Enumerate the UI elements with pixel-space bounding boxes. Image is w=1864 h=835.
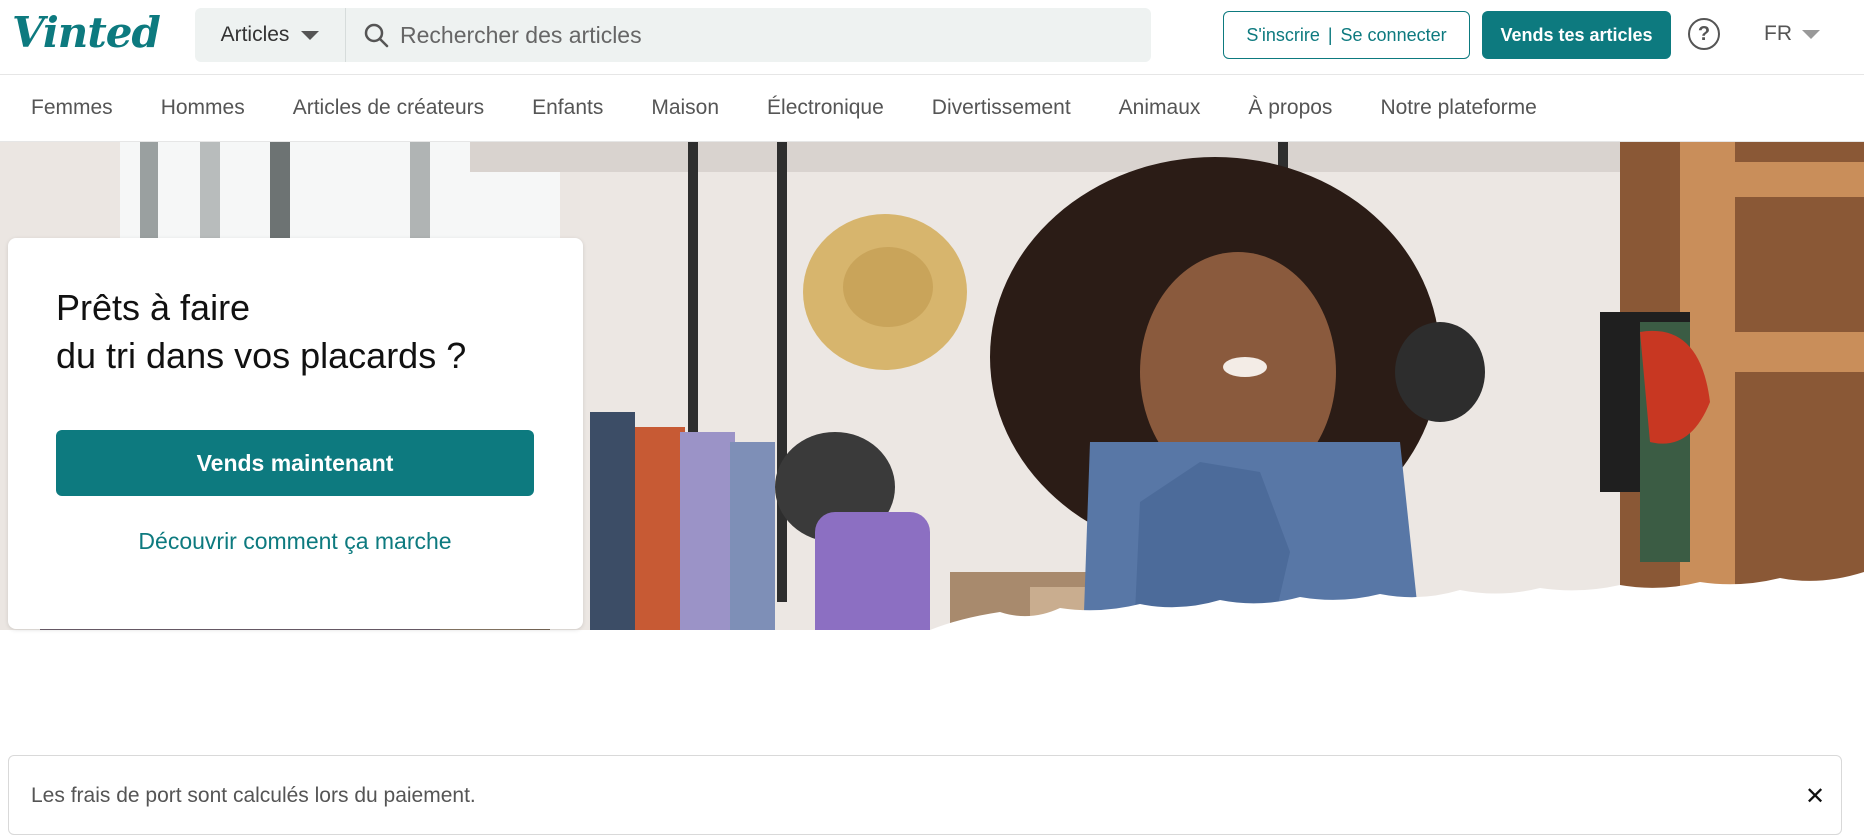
search-bar: Articles (195, 8, 1151, 62)
nav-item-a-propos[interactable]: À propos (1248, 96, 1332, 120)
top-header: Vinted Articles S'inscrire | Se connecte… (0, 0, 1864, 75)
category-select[interactable]: Articles (195, 8, 346, 62)
auth-separator: | (1327, 24, 1333, 45)
signup-label[interactable]: S'inscrire (1246, 25, 1319, 46)
hero-title-line2: du tri dans vos placards ? (56, 335, 467, 376)
hero-section: Prêts à faire du tri dans vos placards ?… (0, 142, 1864, 725)
nav-item-plateforme[interactable]: Notre plateforme (1380, 96, 1536, 120)
category-select-value: Articles (220, 23, 290, 46)
nav-item-enfants[interactable]: Enfants (532, 96, 603, 120)
language-value: FR (1764, 22, 1792, 45)
chevron-down-icon (1802, 29, 1820, 39)
how-it-works-link[interactable]: Découvrir comment ça marche (56, 528, 534, 555)
nav-item-divertissement[interactable]: Divertissement (932, 96, 1071, 120)
chevron-down-icon (301, 30, 320, 40)
banner-text: Les frais de port sont calculés lors du … (31, 784, 476, 807)
nav-item-electronique[interactable]: Électronique (767, 96, 884, 120)
sell-items-button[interactable]: Vends tes articles (1482, 11, 1671, 59)
signup-login-button[interactable]: S'inscrire | Se connecter (1223, 11, 1470, 59)
search-icon (364, 23, 389, 48)
nav-item-femmes[interactable]: Femmes (31, 96, 113, 120)
close-icon[interactable]: ✕ (1805, 782, 1825, 811)
nav-item-hommes[interactable]: Hommes (161, 96, 245, 120)
shipping-info-banner: Les frais de port sont calculés lors du … (8, 755, 1842, 835)
language-select[interactable]: FR (1764, 22, 1820, 46)
vinted-logo[interactable]: Vinted (12, 8, 161, 57)
login-label[interactable]: Se connecter (1341, 25, 1447, 46)
hero-card: Prêts à faire du tri dans vos placards ?… (8, 238, 583, 629)
search-input[interactable] (390, 8, 1151, 62)
category-nav: Femmes Hommes Articles de créateurs Enfa… (0, 75, 1864, 142)
question-circle-icon[interactable]: ? (1688, 18, 1720, 50)
hero-title-line1: Prêts à faire (56, 287, 251, 328)
nav-item-animaux[interactable]: Animaux (1119, 96, 1201, 120)
nav-item-designer[interactable]: Articles de créateurs (293, 96, 484, 120)
nav-item-maison[interactable]: Maison (651, 96, 719, 120)
hero-title: Prêts à faire du tri dans vos placards ? (56, 284, 556, 380)
sell-now-button[interactable]: Vends maintenant (56, 430, 534, 496)
